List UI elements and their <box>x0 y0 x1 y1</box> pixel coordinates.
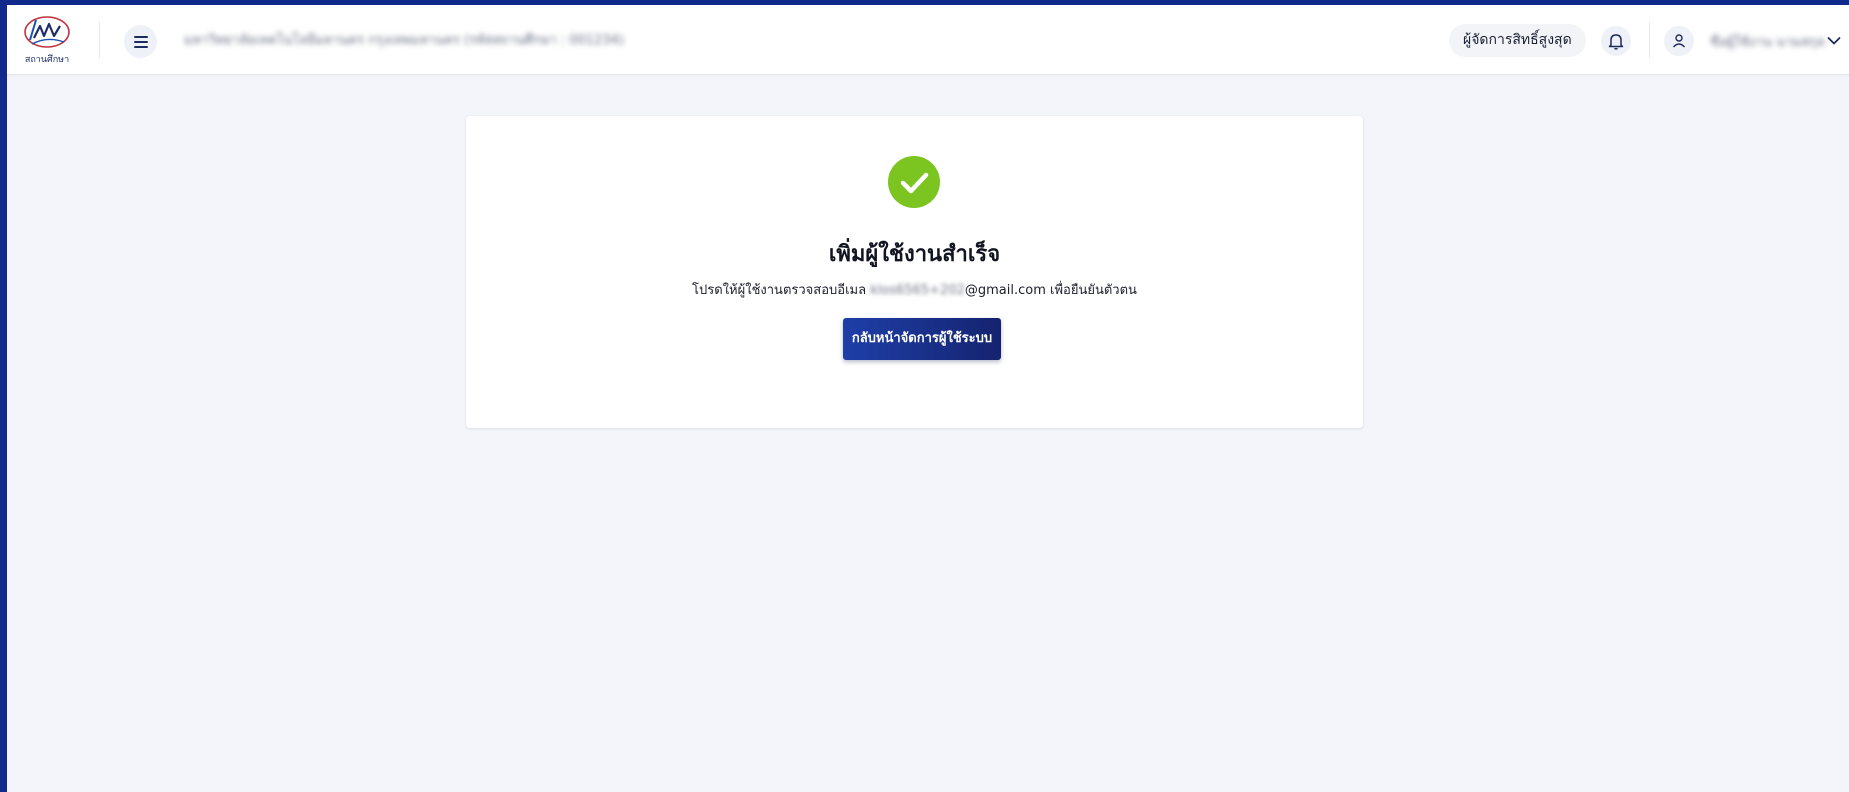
success-check-icon <box>888 156 940 208</box>
user-icon <box>1672 34 1686 48</box>
user-avatar[interactable] <box>1664 26 1694 56</box>
hamburger-menu-icon <box>133 35 148 48</box>
success-title: เพิ่มผู้ใช้งานสำเร็จ <box>828 242 1001 267</box>
success-description: โปรดให้ผู้ใช้งานตรวจสอบอีเมล klos6565+20… <box>466 279 1363 300</box>
email-local-part: klos6565+202 <box>870 283 965 298</box>
divider <box>1649 22 1650 58</box>
desc-suffix: เพื่อยืนยันตัวตน <box>1045 283 1137 298</box>
app-frame: สถานศึกษา มหาวิทยาลัยเทคโนโลยีมหานคร กรุ… <box>7 5 1849 792</box>
bell-icon <box>1608 34 1624 50</box>
success-card: เพิ่มผู้ใช้งานสำเร็จ โปรดให้ผู้ใช้งานตรว… <box>466 116 1363 428</box>
top-bar: สถานศึกษา มหาวิทยาลัยเทคโนโลยีมหานคร กรุ… <box>7 5 1849 75</box>
logo-emblem-icon <box>24 16 70 48</box>
back-to-user-management-button[interactable]: กลับหน้าจัดการผู้ใช้ระบบ <box>843 318 1001 360</box>
notification-button[interactable] <box>1601 26 1631 56</box>
role-badge[interactable]: ผู้จัดการสิทธิ์สูงสุด <box>1449 24 1586 57</box>
logo[interactable]: สถานศึกษา <box>20 14 74 68</box>
logo-text: สถานศึกษา <box>24 55 70 65</box>
menu-button[interactable] <box>124 25 157 58</box>
divider <box>99 22 100 58</box>
desc-prefix: โปรดให้ผู้ใช้งานตรวจสอบอีเมล <box>692 283 867 298</box>
user-menu-toggle[interactable] <box>1824 31 1844 51</box>
user-name[interactable]: ชื่อผู้ใช้งาน นามสกุล <box>1710 31 1825 52</box>
chevron-down-icon <box>1827 37 1841 45</box>
school-name: มหาวิทยาลัยเทคโนโลยีมหานคร กรุงเทพมหานคร… <box>184 33 624 48</box>
email-domain: @gmail.com <box>964 283 1046 298</box>
